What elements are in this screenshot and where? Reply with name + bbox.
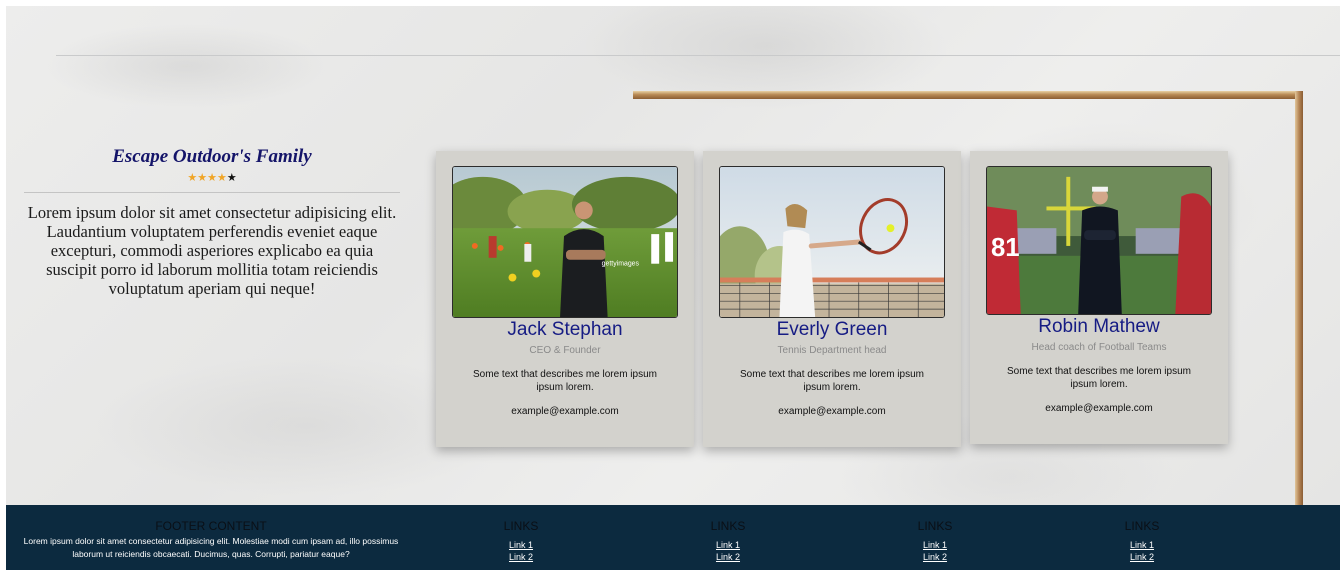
- footer-links-column: LINKS Link 1 Link 2: [481, 519, 561, 563]
- star-rating: ★★★★★: [24, 171, 400, 184]
- links-heading: LINKS: [1124, 519, 1160, 533]
- member-email: example@example.com: [778, 406, 886, 417]
- footer-links-column: LINKS Link 1 Link 2: [1102, 519, 1182, 563]
- team-photo: gettyimages: [452, 166, 678, 318]
- football-coach-photo: 81: [987, 167, 1211, 314]
- intro-section: Escape Outdoor's Family ★★★★★ Lorem ipsu…: [24, 146, 400, 298]
- soccer-coach-photo: gettyimages: [453, 167, 677, 317]
- intro-body: Lorem ipsum dolor sit amet consectetur a…: [27, 203, 397, 298]
- member-email: example@example.com: [511, 406, 619, 417]
- team-card: gettyimages Jack Stephan CEO & Founder S…: [436, 151, 694, 447]
- gold-frame-right: [1295, 91, 1303, 511]
- footer-link-2[interactable]: Link 2: [1102, 551, 1182, 563]
- member-role: Tennis Department head: [777, 345, 887, 356]
- star-icon: ★: [226, 171, 237, 184]
- member-role: CEO & Founder: [529, 345, 601, 356]
- member-description: Some text that describes me lorem ipsum …: [473, 369, 657, 393]
- footer-links-column: LINKS Link 1 Link 2: [895, 519, 975, 563]
- star-icon: ★: [187, 171, 198, 184]
- star-icon: ★: [207, 171, 217, 184]
- footer-link-1[interactable]: Link 1: [481, 539, 561, 551]
- footer-link-2[interactable]: Link 2: [895, 551, 975, 563]
- photo-watermark: gettyimages: [602, 261, 640, 268]
- links-heading: LINKS: [710, 519, 746, 533]
- footer-link-1[interactable]: Link 1: [688, 539, 768, 551]
- star-icon: ★: [197, 171, 208, 184]
- member-description: Some text that describes me lorem ipsum …: [1007, 366, 1191, 390]
- site-footer: FOOTER CONTENT Lorem ipsum dolor sit ame…: [6, 505, 1340, 570]
- star-icon: ★: [216, 171, 227, 184]
- top-divider: [56, 55, 1340, 56]
- team-card: Everly Green Tennis Department head Some…: [703, 151, 961, 447]
- team-card: 81 Robin Mathew Head coach of Football T…: [970, 151, 1228, 444]
- member-email: example@example.com: [1045, 403, 1153, 414]
- links-heading: LINKS: [917, 519, 953, 533]
- intro-divider: [24, 192, 400, 193]
- footer-content-text: Lorem ipsum dolor sit amet consectetur a…: [23, 536, 399, 559]
- tennis-player-photo: [720, 167, 944, 317]
- team-photo: [719, 166, 945, 318]
- jersey-number: 81: [991, 234, 1020, 262]
- footer-link-1[interactable]: Link 1: [1102, 539, 1182, 551]
- footer-content-heading: FOOTER CONTENT: [155, 519, 267, 533]
- footer-links-column: LINKS Link 1 Link 2: [688, 519, 768, 563]
- member-name: Everly Green: [776, 319, 888, 340]
- footer-link-2[interactable]: Link 2: [481, 551, 561, 563]
- member-description: Some text that describes me lorem ipsum …: [740, 369, 924, 393]
- member-name: Robin Mathew: [1038, 316, 1160, 337]
- footer-content: FOOTER CONTENT Lorem ipsum dolor sit ame…: [6, 519, 416, 561]
- member-role: Head coach of Football Teams: [1031, 342, 1167, 353]
- intro-title: Escape Outdoor's Family: [112, 146, 312, 167]
- member-name: Jack Stephan: [507, 319, 623, 340]
- gold-frame-top: [633, 91, 1303, 99]
- footer-link-2[interactable]: Link 2: [688, 551, 768, 563]
- page-background: Escape Outdoor's Family ★★★★★ Lorem ipsu…: [6, 6, 1340, 570]
- footer-link-1[interactable]: Link 1: [895, 539, 975, 551]
- team-photo: 81: [986, 166, 1212, 315]
- links-heading: LINKS: [503, 519, 539, 533]
